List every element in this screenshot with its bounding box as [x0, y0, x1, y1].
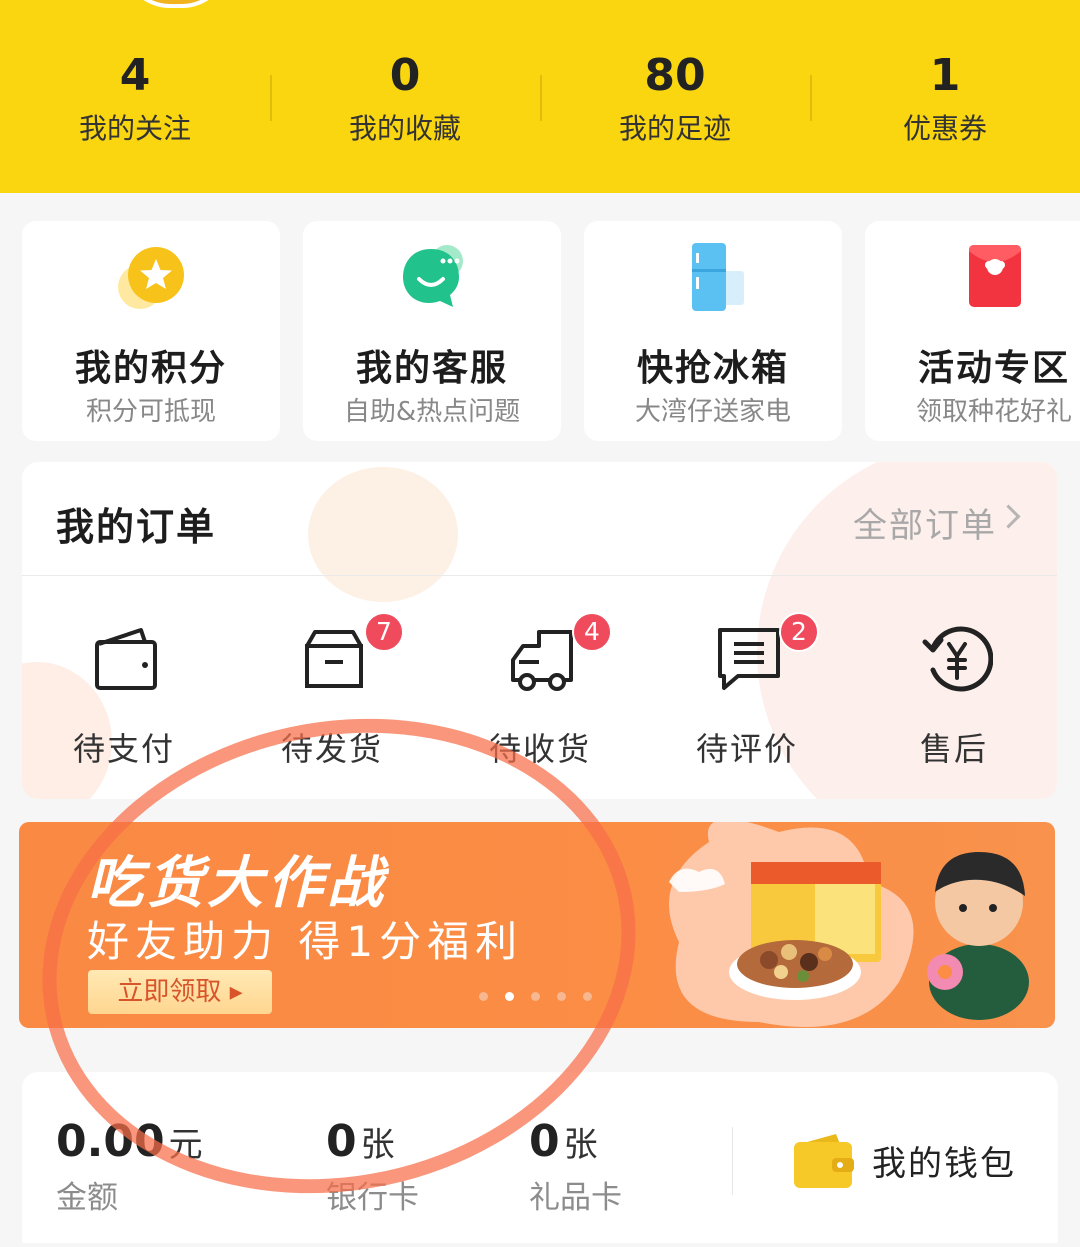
card-title: 快抢冰箱 [636, 348, 789, 389]
fridge-icon [692, 243, 744, 311]
gift-cards-unit: 张 [563, 1125, 598, 1165]
order-label: 待评价 [695, 730, 798, 768]
card-title: 我的积分 [74, 348, 227, 389]
bank-cards-value: 0 [326, 1116, 357, 1167]
badge-count: 4 [572, 612, 612, 652]
promo-banner[interactable]: 吃货大作战 好友助力 得1分福利 立即领取 ▸ [19, 822, 1055, 1028]
stat-label: 我的收藏 [348, 112, 461, 145]
feature-cards: 我的积分 积分可抵现 我的客服 自助&热点问题 快抢冰箱 大湾仔送家电 活动专区… [22, 221, 1080, 441]
wallet-icon [794, 1134, 854, 1188]
my-wallet-link[interactable]: 我的钱包 [792, 1130, 1014, 1194]
stat-value: 80 [644, 50, 706, 101]
badge-count: 7 [364, 612, 404, 652]
truck-icon [511, 630, 573, 691]
card-activities[interactable]: 活动专区 领取种花好礼 [865, 221, 1080, 441]
stat-label: 我的关注 [78, 112, 191, 145]
order-after-sales[interactable]: 售后 [864, 612, 1044, 772]
stat-value: 1 [929, 50, 961, 101]
all-orders-label: 全部订单 [853, 506, 997, 546]
order-pending-payment[interactable]: 待支付 [34, 612, 214, 772]
comment-icon [718, 628, 780, 690]
carousel-dots [479, 992, 592, 1001]
order-status-row: 待支付 7 待发货 4 待收货 2 待评价 售后 [22, 612, 1057, 772]
bank-cards-unit: 张 [360, 1125, 395, 1165]
stat-label: 我的足迹 [618, 112, 731, 145]
card-customer-service[interactable]: 我的客服 自助&热点问题 [303, 221, 561, 441]
divider [732, 1127, 733, 1195]
wallet-gift-cards[interactable]: 0张 礼品卡 [529, 1114, 622, 1223]
card-fridge[interactable]: 快抢冰箱 大湾仔送家电 [584, 221, 842, 441]
gift-cards-value: 0 [529, 1116, 560, 1167]
balance-unit: 元 [168, 1125, 203, 1165]
order-label: 售后 [919, 730, 988, 768]
order-label: 待发货 [280, 730, 383, 768]
carousel-dot-active[interactable] [505, 992, 514, 1001]
carousel-dot[interactable] [531, 992, 540, 1001]
bank-cards-label: 银行卡 [326, 1180, 419, 1216]
my-orders-panel: 我的订单 全部订单 待支付 7 待发货 4 待收货 2 待评价 售后 [22, 462, 1057, 799]
claim-button[interactable]: 立即领取 ▸ [88, 970, 272, 1014]
snack-illustration [669, 822, 1029, 1027]
red-envelope-icon [969, 245, 1021, 307]
points-star-icon [118, 247, 184, 309]
profile-header: 4 我的关注 0 我的收藏 80 我的足迹 1 优惠券 [0, 0, 1080, 193]
stats-bar: 4 我的关注 0 我的收藏 80 我的足迹 1 优惠券 [0, 45, 1080, 165]
stat-label: 优惠券 [902, 112, 987, 145]
claim-button-label: 立即领取 [117, 977, 222, 1007]
stat-favorites[interactable]: 0 我的收藏 [270, 45, 540, 165]
avatar[interactable] [122, 0, 230, 8]
badge-count: 2 [779, 612, 819, 652]
banner-title: 吃货大作战 [87, 851, 387, 916]
divider [22, 575, 1057, 576]
my-wallet-label: 我的钱包 [872, 1144, 1016, 1184]
stat-coupons[interactable]: 1 优惠券 [810, 45, 1080, 165]
balance-label: 金额 [56, 1180, 118, 1216]
wallet-panel: 0.00 元 金额 0张 银行卡 0张 礼品卡 我的钱包 [22, 1072, 1058, 1243]
carousel-dot[interactable] [583, 992, 592, 1001]
order-label: 待支付 [72, 730, 175, 768]
refund-icon [922, 626, 993, 692]
wallet-bank-cards[interactable]: 0张 银行卡 [326, 1114, 419, 1223]
chat-bubble-icon [403, 245, 463, 307]
gift-cards-label: 礼品卡 [529, 1180, 622, 1216]
card-title: 活动专区 [917, 348, 1070, 389]
order-pending-receipt[interactable]: 4 待收货 [450, 612, 630, 772]
wallet-outline-icon [95, 628, 157, 690]
wallet-balance[interactable]: 0.00 元 金额 [56, 1114, 203, 1223]
card-subtitle: 大湾仔送家电 [634, 397, 791, 427]
stat-value: 4 [119, 50, 151, 101]
orders-title: 我的订单 [56, 505, 217, 549]
stat-history[interactable]: 80 我的足迹 [540, 45, 810, 165]
carousel-dot[interactable] [479, 992, 488, 1001]
card-subtitle: 自助&热点问题 [343, 397, 521, 427]
balance-value: 0.00 [56, 1116, 165, 1167]
banner-subtitle: 好友助力 得1分福利 [87, 917, 524, 966]
card-title: 我的客服 [355, 348, 508, 389]
card-subtitle: 领取种花好礼 [915, 397, 1072, 427]
chevron-right-icon [996, 504, 1021, 529]
stat-following[interactable]: 4 我的关注 [0, 45, 270, 165]
order-pending-shipment[interactable]: 7 待发货 [242, 612, 422, 772]
order-label: 待收货 [488, 730, 591, 768]
decorative-blob [308, 467, 458, 602]
carousel-dot[interactable] [557, 992, 566, 1001]
card-subtitle: 积分可抵现 [85, 397, 216, 427]
card-points[interactable]: 我的积分 积分可抵现 [22, 221, 280, 441]
order-pending-review[interactable]: 2 待评价 [657, 612, 837, 772]
all-orders-link[interactable]: 全部订单 [827, 462, 1057, 572]
stat-value: 0 [389, 50, 421, 101]
box-icon [305, 630, 363, 688]
